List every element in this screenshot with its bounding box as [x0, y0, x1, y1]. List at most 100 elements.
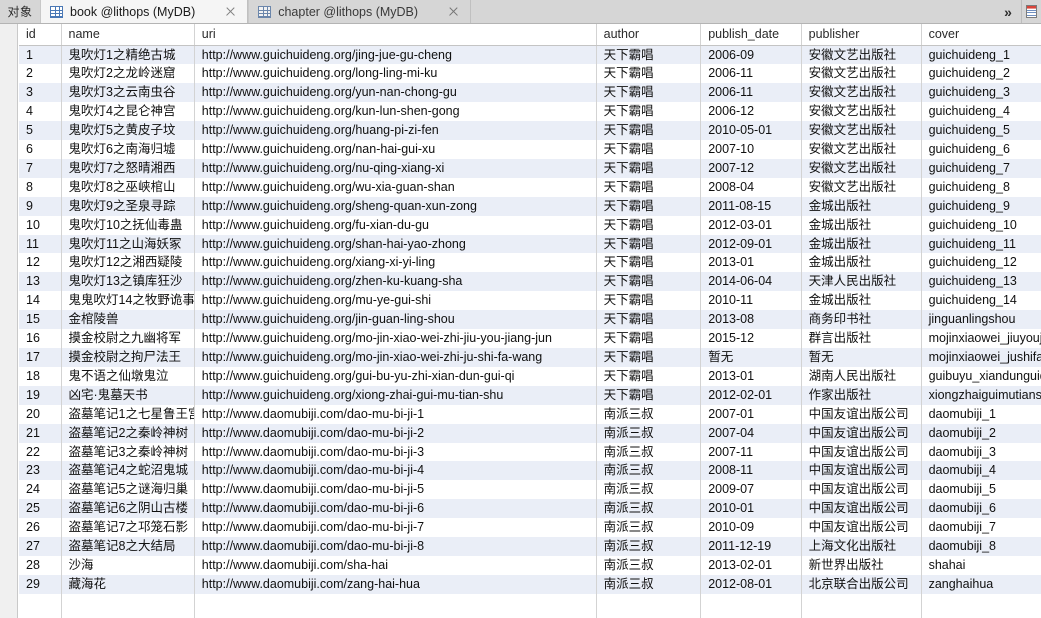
cell-name[interactable]: 盗墓笔记8之大结局 — [61, 537, 195, 556]
cell-publish-date[interactable]: 2007-04 — [700, 423, 802, 443]
cell-author[interactable]: 天下霸唱 — [596, 385, 702, 405]
cell-publish-date[interactable]: 2013-01 — [700, 253, 802, 273]
cell-id[interactable]: 8 — [19, 177, 62, 197]
cell-cover[interactable]: daomubiji_3 — [921, 442, 1041, 462]
cell-uri[interactable]: http://www.guichuideng.org/mu-ye-gui-shi — [194, 291, 597, 311]
table-row[interactable]: 2 鬼吹灯2之龙岭迷窟 http://www.guichuideng.org/lon… — [19, 64, 1041, 84]
cell-publisher[interactable]: 金城出版社 — [801, 253, 922, 273]
cell-id[interactable]: 11 — [19, 234, 62, 254]
cell-cover[interactable]: guichuideng_8 — [921, 177, 1041, 197]
cell-cover[interactable]: guichuideng_14 — [921, 291, 1041, 311]
cell-publisher[interactable]: 安徽文艺出版社 — [801, 64, 922, 84]
table-row[interactable]: 19 凶宅·鬼墓天书 http://www.guichuideng.org/xion… — [19, 385, 1041, 405]
cell-author[interactable]: 天下霸唱 — [596, 366, 702, 386]
column-header-publisher[interactable]: publisher — [801, 24, 922, 46]
cell-uri[interactable]: http://www.guichuideng.org/xiang-xi-yi-l… — [194, 253, 597, 273]
cell-cover[interactable]: guibuyu_xiandunguiqi — [921, 366, 1041, 386]
cell-name[interactable]: 鬼吹灯6之南海归墟 — [61, 140, 195, 159]
cell-id[interactable]: 14 — [19, 291, 62, 311]
cell-publisher[interactable]: 中国友谊出版公司 — [801, 518, 922, 538]
cell-id[interactable]: 13 — [19, 272, 62, 292]
cell-author[interactable]: 天下霸唱 — [596, 310, 702, 330]
table-row[interactable]: 24 盗墓笔记5之谜海归巢 http://www.daomubiji.com/dao… — [19, 480, 1041, 500]
cell-author[interactable]: 天下霸唱 — [596, 45, 702, 65]
cell-publisher[interactable]: 天津人民出版社 — [801, 272, 922, 292]
cell-author[interactable]: 南派三叔 — [596, 555, 702, 575]
table-row[interactable]: 28 沙海 http://www.daomubiji.com/sha-hai 南派三叔… — [19, 555, 1041, 575]
cell-publisher[interactable]: 金城出版社 — [801, 215, 922, 235]
cell-publish-date[interactable]: 2013-02-01 — [700, 555, 802, 575]
table-row[interactable]: 21 盗墓笔记2之秦岭神树 http://www.daomubiji.com/dao… — [19, 423, 1041, 443]
cell-cover[interactable]: jinguanlingshou — [921, 310, 1041, 330]
cell-uri[interactable]: http://www.guichuideng.org/nan-hai-gui-x… — [194, 140, 597, 159]
table-row[interactable]: 20 盗墓笔记1之七星鲁王宫 http://www.daomubiji.com/da… — [19, 404, 1041, 424]
cell-publish-date[interactable]: 2015-12 — [700, 329, 802, 348]
cell-author[interactable]: 南派三叔 — [596, 461, 702, 481]
cell-publisher[interactable]: 安徽文艺出版社 — [801, 45, 922, 65]
cell-author[interactable]: 天下霸唱 — [596, 329, 702, 348]
cell-cover[interactable]: guichuideng_1 — [921, 45, 1041, 65]
cell-uri[interactable]: http://www.daomubiji.com/dao-mu-bi-ji-4 — [194, 461, 597, 481]
cell-uri[interactable]: http://www.daomubiji.com/dao-mu-bi-ji-1 — [194, 404, 597, 424]
cell-cover[interactable]: xiongzhaiguimutianshu — [921, 385, 1041, 405]
cell-cover[interactable]: guichuideng_12 — [921, 253, 1041, 273]
cell-author[interactable]: 南派三叔 — [596, 442, 702, 462]
cell-cover[interactable]: mojinxiaowei_jiuyoujiar — [921, 329, 1041, 348]
cell-publish-date[interactable]: 2013-08 — [700, 310, 802, 330]
cell-publisher[interactable]: 中国友谊出版公司 — [801, 404, 922, 424]
cell-cover[interactable]: daomubiji_6 — [921, 499, 1041, 519]
table-row[interactable]: 4 鬼吹灯4之昆仑神宫 http://www.guichuideng.org/kun… — [19, 102, 1041, 122]
cell-uri[interactable]: http://www.daomubiji.com/dao-mu-bi-ji-6 — [194, 499, 597, 519]
cell-author[interactable]: 天下霸唱 — [596, 272, 702, 292]
column-header-id[interactable]: id — [19, 24, 62, 46]
cell-name[interactable]: 鬼鬼吹灯14之牧野诡事 — [61, 291, 195, 311]
tab-book[interactable]: book @lithops (MyDB) — [40, 0, 249, 23]
cell-cover[interactable]: guichuideng_3 — [921, 83, 1041, 103]
table-row[interactable]: 14 鬼鬼吹灯14之牧野诡事 http://www.guichuideng.org/… — [19, 291, 1041, 311]
cell-id[interactable]: 18 — [19, 366, 62, 386]
table-row[interactable]: 5 鬼吹灯5之黄皮子坟 http://www.guichuideng.org/hua… — [19, 121, 1041, 141]
cell-publisher[interactable]: 商务印书社 — [801, 310, 922, 330]
cell-name[interactable]: 盗墓笔记4之蛇沼鬼城 — [61, 461, 195, 481]
cell-author[interactable]: 南派三叔 — [596, 423, 702, 443]
cell-id[interactable]: 29 — [19, 574, 62, 594]
objects-panel-label[interactable]: 对象 — [0, 0, 40, 23]
cell-name[interactable]: 盗墓笔记3之秦岭神树 — [61, 442, 195, 462]
cell-publish-date[interactable]: 2010-09 — [700, 518, 802, 538]
cell-cover[interactable]: guichuideng_9 — [921, 196, 1041, 216]
table-row[interactable]: 6 鬼吹灯6之南海归墟 http://www.guichuideng.org/nan… — [19, 140, 1041, 159]
cell-uri[interactable]: http://www.guichuideng.org/gui-bu-yu-zhi… — [194, 366, 597, 386]
cell-id[interactable]: 12 — [19, 253, 62, 273]
cell-publisher[interactable]: 中国友谊出版公司 — [801, 461, 922, 481]
cell-publish-date[interactable]: 2006-11 — [700, 83, 802, 103]
cell-author[interactable]: 天下霸唱 — [596, 196, 702, 216]
cell-author[interactable]: 天下霸唱 — [596, 140, 702, 159]
cell-publisher[interactable]: 安徽文艺出版社 — [801, 177, 922, 197]
cell-cover[interactable]: shahai — [921, 555, 1041, 575]
cell-name[interactable]: 摸金校尉之九幽将军 — [61, 329, 195, 348]
cell-name[interactable]: 盗墓笔记1之七星鲁王宫 — [61, 404, 195, 424]
cell-uri[interactable]: http://www.daomubiji.com/dao-mu-bi-ji-3 — [194, 442, 597, 462]
cell-publisher[interactable]: 安徽文艺出版社 — [801, 140, 922, 159]
close-icon[interactable] — [447, 5, 460, 18]
cell-id[interactable]: 22 — [19, 442, 62, 462]
cell-cover[interactable]: daomubiji_8 — [921, 537, 1041, 556]
cell-id[interactable]: 7 — [19, 158, 62, 178]
cell-publish-date[interactable]: 2006-09 — [700, 45, 802, 65]
cell-publish-date[interactable]: 2010-05-01 — [700, 121, 802, 141]
cell-publisher[interactable]: 中国友谊出版公司 — [801, 480, 922, 500]
cell-author[interactable]: 天下霸唱 — [596, 121, 702, 141]
cell-publisher[interactable]: 中国友谊出版公司 — [801, 442, 922, 462]
cell-publish-date[interactable]: 2008-04 — [700, 177, 802, 197]
table-row[interactable]: 16 摸金校尉之九幽将军 http://www.guichuideng.org/mo… — [19, 329, 1041, 348]
table-row[interactable]: 27 盗墓笔记8之大结局 http://www.daomubiji.com/dao-… — [19, 537, 1041, 556]
cell-publisher[interactable]: 金城出版社 — [801, 291, 922, 311]
cell-id[interactable]: 16 — [19, 329, 62, 348]
cell-author[interactable]: 天下霸唱 — [596, 64, 702, 84]
cell-name[interactable]: 金棺陵兽 — [61, 310, 195, 330]
table-row[interactable]: 29 藏海花 http://www.daomubiji.com/zang-hai-h… — [19, 574, 1041, 594]
cell-publish-date[interactable]: 2009-07 — [700, 480, 802, 500]
cell-name[interactable]: 鬼吹灯4之昆仑神宫 — [61, 102, 195, 122]
cell-id[interactable]: 25 — [19, 499, 62, 519]
cell-author[interactable]: 南派三叔 — [596, 404, 702, 424]
